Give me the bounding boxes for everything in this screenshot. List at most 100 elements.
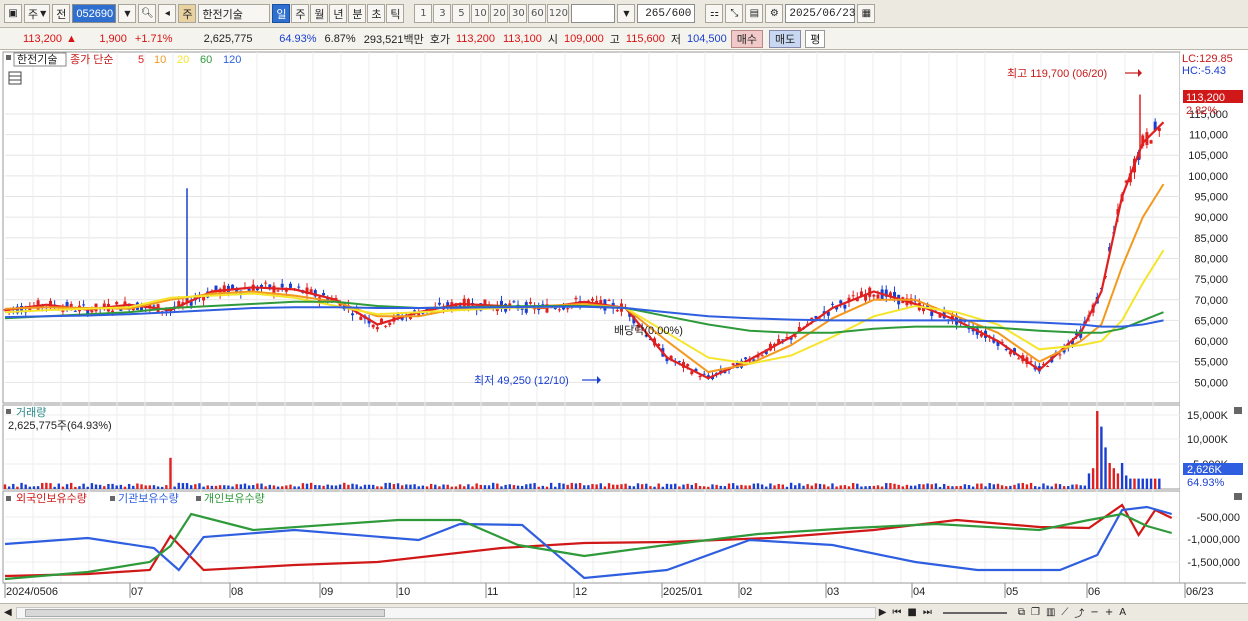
current-pct-label: 2.82% bbox=[1186, 105, 1217, 117]
interval-tab[interactable]: 60 bbox=[528, 4, 547, 23]
scrollbar-thumb[interactable] bbox=[24, 608, 385, 617]
stop-icon[interactable]: ■ bbox=[904, 607, 919, 618]
y-tick-label: 85,000 bbox=[1194, 233, 1228, 245]
count-input[interactable]: 265/600 bbox=[637, 4, 696, 23]
interval-tab[interactable]: 3 bbox=[433, 4, 452, 23]
volume-bar bbox=[620, 484, 623, 489]
speaker-icon[interactable]: ◂ bbox=[158, 4, 177, 23]
volume-bar bbox=[740, 484, 743, 489]
candle-icon[interactable]: ⚏ bbox=[705, 4, 724, 23]
volume-bar bbox=[1029, 482, 1033, 489]
volume-bar bbox=[1100, 426, 1103, 489]
volume-bar bbox=[1017, 483, 1020, 489]
search-icon[interactable]: 🔍︎ bbox=[138, 4, 157, 23]
volume-bar bbox=[450, 486, 454, 489]
volume-bar bbox=[856, 483, 859, 489]
period-tab[interactable]: 주 bbox=[291, 4, 310, 23]
zoom-out-icon[interactable]: − bbox=[1087, 607, 1101, 618]
sell-button[interactable]: 매도 bbox=[769, 29, 802, 48]
period-tab[interactable]: 초 bbox=[367, 4, 386, 23]
period-tab[interactable]: 일 bbox=[272, 4, 291, 23]
save-icon[interactable]: ▤ bbox=[745, 4, 764, 23]
average-button[interactable]: 평 bbox=[805, 29, 826, 48]
interval-tab[interactable]: 10 bbox=[471, 4, 490, 23]
period-select[interactable]: 주 ▼ bbox=[24, 4, 51, 23]
candle-body bbox=[760, 355, 764, 357]
scroll-right-icon[interactable]: ▶ bbox=[876, 607, 890, 618]
volume-bar bbox=[309, 482, 313, 489]
volume-bar bbox=[49, 483, 52, 489]
volume-bar bbox=[525, 484, 528, 489]
line-tool-icon[interactable]: ⟋ bbox=[1058, 607, 1071, 618]
volume-bar bbox=[512, 485, 516, 489]
volume-bar bbox=[698, 485, 702, 489]
gear-icon[interactable]: ⚙ bbox=[765, 4, 784, 23]
volume-bar bbox=[922, 484, 925, 489]
date-input[interactable]: 2025/06/23 bbox=[785, 4, 855, 23]
prev-button[interactable]: 전 bbox=[52, 4, 71, 23]
scrollbar-track[interactable] bbox=[15, 606, 876, 619]
candle-body bbox=[839, 300, 843, 304]
interval-tab[interactable]: 1 bbox=[414, 4, 433, 23]
volume-title: 거래량 bbox=[16, 406, 46, 419]
volume-bar bbox=[1000, 485, 1004, 489]
stock-name[interactable]: 한전기술 bbox=[198, 4, 271, 23]
candle-body bbox=[607, 300, 611, 302]
volume-bar bbox=[942, 483, 946, 489]
last-page-icon[interactable]: ⏭ bbox=[920, 607, 935, 618]
volume-bar bbox=[148, 485, 152, 489]
period-tab[interactable]: 년 bbox=[329, 4, 348, 23]
interval-tab[interactable]: 30 bbox=[509, 4, 528, 23]
stock-chart[interactable]: 115,000110,000105,000100,00095,00090,000… bbox=[0, 50, 1248, 603]
volume-bar bbox=[314, 484, 317, 489]
interval-dropdown-icon[interactable]: ▼ bbox=[617, 4, 636, 23]
current-price: 113,200 bbox=[23, 32, 62, 45]
stock-code-input[interactable]: 052690 bbox=[72, 4, 117, 23]
volume-bar bbox=[835, 486, 838, 489]
volume-bar bbox=[905, 484, 909, 489]
volume-bar bbox=[355, 484, 358, 489]
trend-icon[interactable]: ⤴ bbox=[1071, 605, 1087, 620]
volume-bar bbox=[1083, 485, 1087, 489]
volume-bar bbox=[127, 483, 131, 489]
volume-bar bbox=[388, 482, 391, 489]
interval-custom-input[interactable] bbox=[571, 4, 616, 23]
volume-bar bbox=[694, 483, 698, 489]
period-tab[interactable]: 틱 bbox=[386, 4, 405, 23]
code-dropdown-icon[interactable]: ▼ bbox=[118, 4, 137, 23]
interval-tab[interactable]: 5 bbox=[452, 4, 471, 23]
zoom-in-icon[interactable]: + bbox=[1102, 607, 1116, 618]
buy-button[interactable]: 매수 bbox=[730, 29, 763, 48]
table-icon[interactable] bbox=[8, 71, 22, 85]
panel-close-icon[interactable] bbox=[1234, 493, 1242, 500]
candle-body bbox=[322, 292, 326, 296]
chart-icon[interactable]: ▥ bbox=[1043, 607, 1058, 618]
text-size-icon[interactable]: A bbox=[1116, 607, 1129, 618]
first-page-icon[interactable]: ⏮ bbox=[889, 607, 904, 618]
interval-tab[interactable]: 120 bbox=[547, 4, 570, 23]
layout-icon[interactable]: ⧉ bbox=[1015, 607, 1028, 618]
candle-body bbox=[1017, 358, 1021, 360]
volume-bar bbox=[272, 485, 276, 489]
price-panel bbox=[2, 51, 1181, 404]
volume-bar bbox=[872, 485, 876, 489]
zoom-slider[interactable] bbox=[942, 611, 1007, 614]
period-tab[interactable]: 월 bbox=[310, 4, 329, 23]
interval-tab[interactable]: 20 bbox=[490, 4, 509, 23]
period-tab[interactable]: 분 bbox=[348, 4, 367, 23]
count-value: 265 bbox=[645, 7, 665, 20]
volume-bar bbox=[206, 485, 209, 489]
calendar-icon[interactable]: ▦ bbox=[857, 4, 876, 23]
window-icon[interactable]: ▣ bbox=[4, 4, 22, 23]
volume-bar bbox=[611, 484, 615, 489]
volume-bar bbox=[231, 486, 234, 489]
scroll-left-button[interactable]: ◀ bbox=[0, 607, 16, 618]
volume-bar bbox=[599, 483, 602, 489]
panel-close-icon[interactable] bbox=[1234, 407, 1242, 414]
candle-body bbox=[413, 310, 417, 312]
volume-bar bbox=[736, 485, 739, 489]
draw-icon[interactable]: ⤡ bbox=[725, 4, 744, 23]
candle-body bbox=[591, 298, 594, 301]
copy-icon[interactable]: ❐ bbox=[1028, 607, 1043, 618]
volume-bar bbox=[1054, 483, 1058, 489]
